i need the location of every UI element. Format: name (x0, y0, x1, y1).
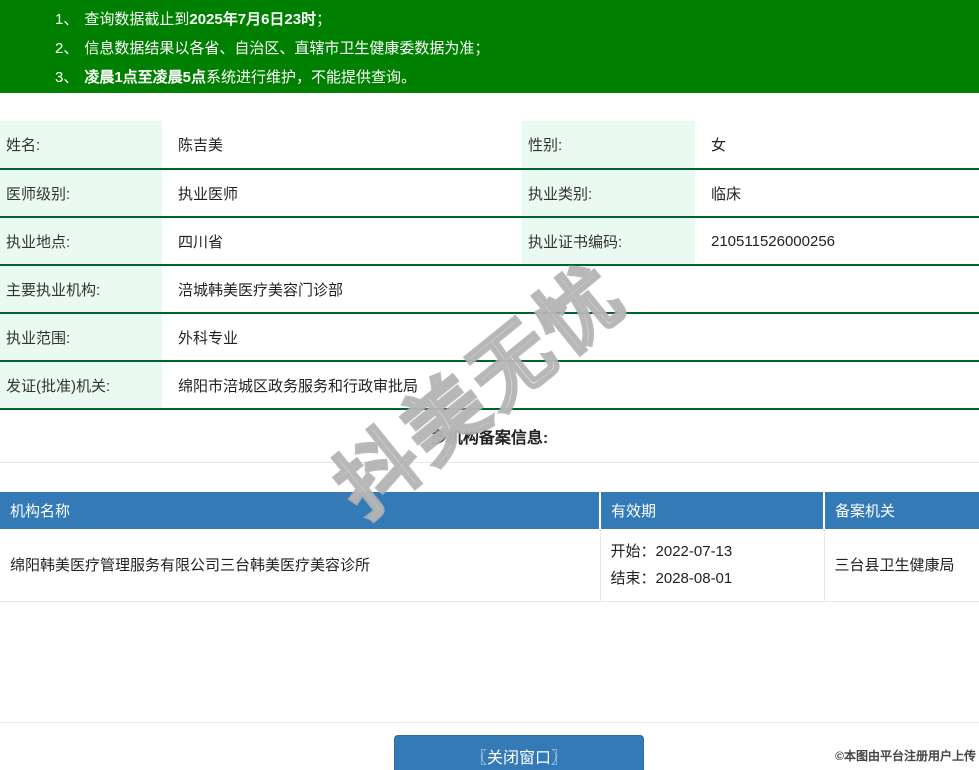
notice-line-3-suffix: 系统进行维护，不能提供查询。 (206, 69, 416, 86)
notice-line-3-number: 3、 (55, 69, 78, 86)
doctor-level-value: 执业医师 (162, 169, 522, 217)
notice-line-3: 3、凌晨1点至凌晨5点系统进行维护，不能提供查询。 (55, 63, 969, 92)
notice-line-1-bold: 2025年7月6日23时 (189, 11, 316, 28)
notice-line-2: 2、信息数据结果以各省、自治区、直辖市卫生健康委数据为准； (55, 34, 969, 63)
certificate-number-label: 执业证书编码: (522, 217, 695, 265)
info-row-issuing-authority: 发证(批准)机关: 绵阳市涪城区政务服务和行政审批局 (0, 361, 979, 409)
main-institution-value: 涪城韩美医疗美容门诊部 (162, 265, 979, 313)
issuing-authority-label: 发证(批准)机关: (0, 361, 162, 409)
filing-authority-value: 三台县卫生健康局 (824, 529, 979, 602)
notice-line-2-text: 信息数据结果以各省、自治区、直辖市卫生健康委数据为准； (84, 40, 489, 57)
practice-location-value: 四川省 (162, 217, 522, 265)
info-row-location-cert: 执业地点: 四川省 执业证书编码: 210511526000256 (0, 217, 979, 265)
org-name-header: 机构名称 (0, 492, 600, 529)
notice-banner: 1、查询数据截止到2025年7月6日23时； 2、信息数据结果以各省、自治区、直… (0, 0, 979, 93)
close-window-button[interactable]: 〖关闭窗口〗 (394, 735, 644, 770)
main-institution-label: 主要执业机构: (0, 265, 162, 313)
practice-location-label: 执业地点: (0, 217, 162, 265)
filing-authority-header: 备案机关 (824, 492, 979, 529)
validity-period-cell: 开始：2022-07-13 结束：2028-08-01 (600, 529, 824, 602)
notice-line-1: 1、查询数据截止到2025年7月6日23时； (55, 5, 969, 34)
practice-scope-label: 执业范围: (0, 313, 162, 361)
validity-start-date: 2022-07-13 (656, 543, 733, 560)
org-table-row: 绵阳韩美医疗管理服务有限公司三台韩美医疗美容诊所 开始：2022-07-13 结… (0, 529, 979, 602)
uploader-note: ©本图由平台注册用户上传 (835, 747, 976, 764)
validity-start-line: 开始：2022-07-13 (611, 538, 824, 565)
multi-org-section-title-row: 多机构备案信息: (0, 409, 979, 462)
info-row-main-institution: 主要执业机构: 涪城韩美医疗美容门诊部 (0, 265, 979, 313)
notice-line-3-bold: 凌晨1点至凌晨5点 (84, 69, 206, 86)
gender-label: 性别: (522, 121, 695, 169)
practice-category-value: 临床 (695, 169, 979, 217)
name-label: 姓名: (0, 121, 162, 169)
validity-end-label: 结束： (611, 570, 656, 587)
validity-start-label: 开始： (611, 543, 656, 560)
multi-org-section-title: 多机构备案信息: (0, 409, 979, 462)
notice-line-1-text: 查询数据截止到 (84, 11, 189, 28)
practice-scope-value: 外科专业 (162, 313, 979, 361)
issuing-authority-value: 绵阳市涪城区政务服务和行政审批局 (162, 361, 979, 409)
doctor-level-label: 医师级别: (0, 169, 162, 217)
validity-end-date: 2028-08-01 (656, 570, 733, 587)
info-row-practice-scope: 执业范围: 外科专业 (0, 313, 979, 361)
notice-line-2-number: 2、 (55, 40, 78, 57)
notice-line-1-number: 1、 (55, 11, 78, 28)
validity-end-line: 结束：2028-08-01 (611, 565, 824, 592)
info-row-level-category: 医师级别: 执业医师 执业类别: 临床 (0, 169, 979, 217)
org-name-value: 绵阳韩美医疗管理服务有限公司三台韩美医疗美容诊所 (0, 529, 600, 602)
practice-category-label: 执业类别: (522, 169, 695, 217)
practitioner-info-table: 姓名: 陈吉美 性别: 女 医师级别: 执业医师 执业类别: 临床 执业地点: … (0, 121, 979, 463)
validity-period-header: 有效期 (600, 492, 824, 529)
gender-value: 女 (695, 121, 979, 169)
notice-line-1-suffix: ； (316, 11, 331, 28)
info-row-name-gender: 姓名: 陈吉美 性别: 女 (0, 121, 979, 169)
org-table-header-row: 机构名称 有效期 备案机关 (0, 492, 979, 529)
multi-org-filing-table: 机构名称 有效期 备案机关 绵阳韩美医疗管理服务有限公司三台韩美医疗美容诊所 开… (0, 492, 979, 603)
name-value: 陈吉美 (162, 121, 522, 169)
footer-divider (0, 722, 979, 723)
certificate-number-value: 210511526000256 (695, 217, 979, 265)
